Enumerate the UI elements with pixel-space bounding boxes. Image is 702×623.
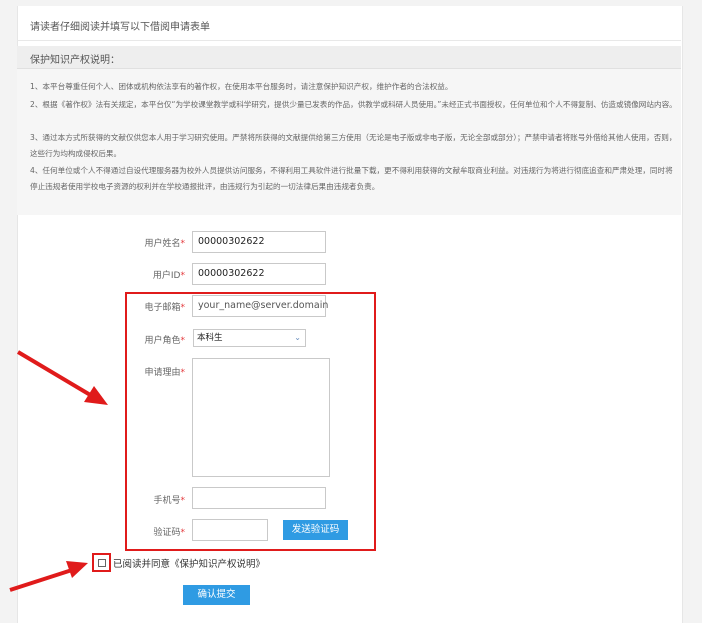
annotation-arrows [9,350,108,592]
arrow-to-form-icon [16,350,108,405]
arrow-to-checkbox-icon [9,561,88,592]
